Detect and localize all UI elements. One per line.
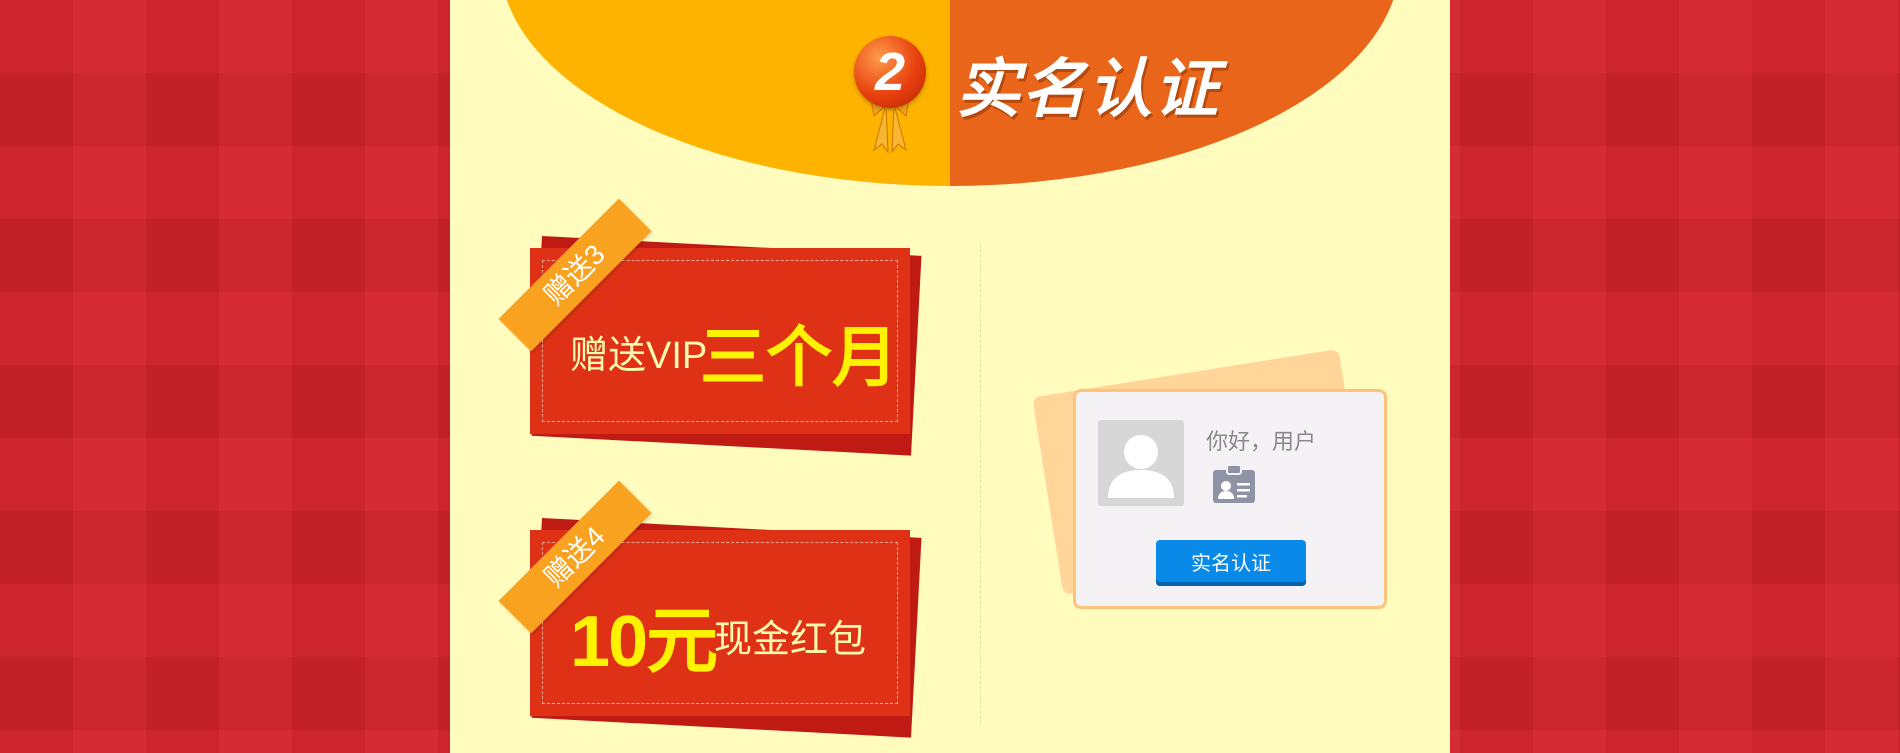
id-card-icon — [1212, 464, 1256, 504]
header-semicircle — [500, 0, 1400, 186]
coupon-vip: 赠送VIP 三个月 赠送3 — [498, 198, 922, 456]
coupon-cash: 10元 现金红包 赠送4 — [498, 480, 922, 738]
coupon-label: 现金红包 — [714, 619, 867, 661]
section-title: 实名认证 — [956, 53, 1220, 125]
main-panel: 2 实名认证 赠送VIP 三个月 赠送3 10元 现金红包 赠送4 你好，用户 … — [450, 0, 1450, 753]
greeting-text: 你好，用户 — [1206, 429, 1317, 454]
coupon-value: 10元 — [570, 602, 718, 682]
header-banner — [450, 0, 1450, 190]
coupon-label: 赠送VIP — [570, 335, 708, 377]
step-number-badge: 2 — [854, 36, 926, 108]
avatar-icon — [1098, 420, 1184, 506]
user-card: 你好，用户 实名认证 — [1073, 389, 1387, 609]
coupon-value: 三个月 — [700, 320, 898, 394]
medal-icon: 2 — [850, 36, 930, 156]
verify-button[interactable]: 实名认证 — [1156, 540, 1306, 586]
dashed-divider — [980, 244, 981, 724]
